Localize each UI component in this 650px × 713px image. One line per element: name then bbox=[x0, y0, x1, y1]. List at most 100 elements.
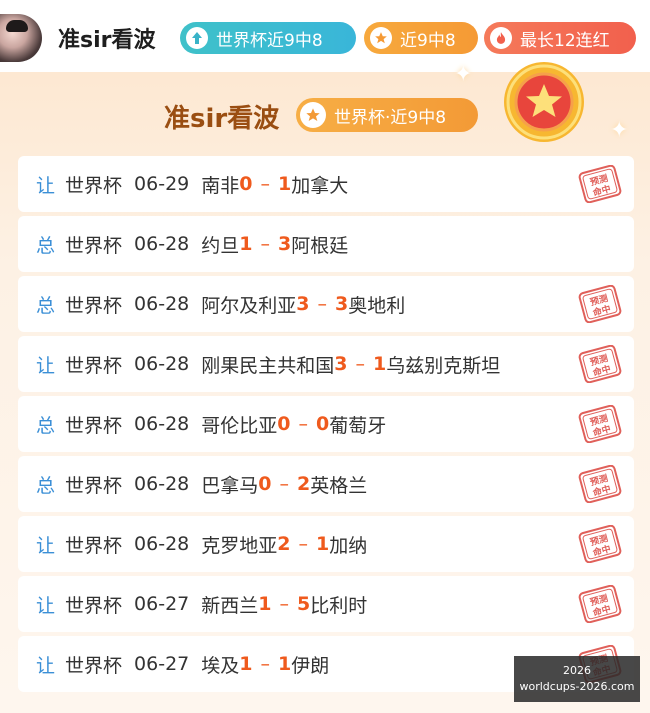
badge-recent-record[interactable]: 近9中8 bbox=[364, 22, 478, 54]
record-home-score: 0 bbox=[239, 173, 253, 195]
record-away-score: 2 bbox=[297, 473, 311, 495]
record-away-team: 英格兰 bbox=[310, 474, 368, 497]
record-away-team: 阿根廷 bbox=[291, 234, 349, 257]
record-row[interactable]: 让世界杯 06-29 南非 0–1 加拿大 预测 命中 bbox=[18, 156, 634, 212]
record-competition: 世界杯 bbox=[65, 234, 123, 257]
record-date: 06-28 bbox=[134, 413, 190, 435]
record-row[interactable]: 让世界杯 06-27 新西兰 1–5 比利时 预测 命中 bbox=[18, 576, 634, 632]
record-list: 让世界杯 06-29 南非 0–1 加拿大 预测 命中总世界杯 06-28 约旦 1–3 阿根廷总世… bbox=[18, 156, 634, 696]
record-away-team: 乌兹别克斯坦 bbox=[386, 354, 501, 377]
record-away-score: 3 bbox=[278, 233, 292, 255]
record-kind: 总 bbox=[36, 234, 56, 257]
record-away-team: 加拿大 bbox=[291, 174, 349, 197]
record-home-team: 克罗地亚 bbox=[201, 534, 278, 557]
badge-worldcup-record[interactable]: 世界杯近9中8 bbox=[180, 22, 356, 54]
record-row[interactable]: 总世界杯 06-28 哥伦比亚 0–0 葡萄牙 预测 命中 bbox=[18, 396, 634, 452]
watermark: 2026 worldcups-2026.com bbox=[514, 656, 640, 702]
badge-longest-streak[interactable]: 最长12连红 bbox=[484, 22, 636, 54]
username[interactable]: 准sir看波 bbox=[58, 22, 156, 54]
prediction-hit-stamp: 预测命中 bbox=[578, 164, 622, 204]
arrow-up-icon bbox=[186, 27, 208, 49]
record-score-dash: – bbox=[260, 173, 271, 195]
avatar[interactable] bbox=[0, 14, 42, 62]
record-home-score: 1 bbox=[239, 653, 253, 675]
record-away-score: 1 bbox=[316, 533, 330, 555]
record-home-team: 约旦 bbox=[201, 234, 240, 257]
record-away-score: 5 bbox=[297, 593, 311, 615]
record-home-score: 3 bbox=[296, 293, 310, 315]
record-score-dash: – bbox=[279, 593, 290, 615]
record-date: 06-27 bbox=[134, 653, 190, 675]
record-kind: 让 bbox=[36, 174, 56, 197]
badge-label: 世界杯近9中8 bbox=[216, 30, 323, 51]
record-row[interactable]: 总世界杯 06-28 巴拿马 0–2 英格兰 预测 命中 bbox=[18, 456, 634, 512]
record-away-score: 1 bbox=[278, 173, 292, 195]
record-competition: 世界杯 bbox=[65, 174, 123, 197]
record-kind: 总 bbox=[36, 294, 56, 317]
record-home-team: 刚果民主共和国 bbox=[201, 354, 335, 377]
panel-title-badge: 世界杯·近9中8 bbox=[296, 98, 478, 132]
record-home-team: 南非 bbox=[201, 174, 240, 197]
record-competition: 世界杯 bbox=[65, 534, 123, 557]
record-score-dash: – bbox=[298, 413, 309, 435]
record-away-team: 比利时 bbox=[310, 594, 368, 617]
panel-title-badge-label: 世界杯·近9中8 bbox=[334, 107, 447, 128]
record-score-dash: – bbox=[279, 473, 290, 495]
record-away-score: 3 bbox=[335, 293, 349, 315]
record-kind: 总 bbox=[36, 474, 56, 497]
record-competition: 世界杯 bbox=[65, 594, 123, 617]
badge-label: 最长12连红 bbox=[520, 30, 610, 51]
record-kind: 让 bbox=[36, 354, 56, 377]
record-row[interactable]: 总世界杯 06-28 阿尔及利亚 3–3 奥地利 预测 命中 bbox=[18, 276, 634, 332]
record-away-score: 1 bbox=[373, 353, 387, 375]
badge-label: 近9中8 bbox=[400, 30, 456, 51]
record-kind: 让 bbox=[36, 594, 56, 617]
record-score-dash: – bbox=[355, 353, 366, 375]
record-home-score: 0 bbox=[277, 413, 291, 435]
record-home-score: 2 bbox=[277, 533, 291, 555]
record-away-score: 0 bbox=[316, 413, 330, 435]
prediction-hit-stamp: 预测命中 bbox=[578, 284, 622, 324]
record-home-score: 0 bbox=[258, 473, 272, 495]
record-date: 06-28 bbox=[134, 473, 190, 495]
record-score-dash: – bbox=[260, 233, 271, 255]
record-date: 06-28 bbox=[134, 353, 190, 375]
record-date: 06-27 bbox=[134, 593, 190, 615]
record-score-dash: – bbox=[317, 293, 328, 315]
record-home-score: 1 bbox=[239, 233, 253, 255]
record-kind: 让 bbox=[36, 654, 56, 677]
record-kind: 让 bbox=[36, 534, 56, 557]
record-competition: 世界杯 bbox=[65, 474, 123, 497]
record-date: 06-28 bbox=[134, 533, 190, 555]
record-row[interactable]: 总世界杯 06-28 约旦 1–3 阿根廷 bbox=[18, 216, 634, 272]
prediction-hit-stamp: 预测命中 bbox=[578, 584, 622, 624]
record-row[interactable]: 让世界杯 06-28 克罗地亚 2–1 加纳 预测 命中 bbox=[18, 516, 634, 572]
record-home-team: 埃及 bbox=[201, 654, 240, 677]
record-away-team: 奥地利 bbox=[348, 294, 406, 317]
record-date: 06-29 bbox=[134, 173, 190, 195]
sparkle-icon: ✦ bbox=[610, 118, 629, 143]
record-competition: 世界杯 bbox=[65, 354, 123, 377]
star-icon bbox=[370, 27, 392, 49]
watermark-line1: 2026 bbox=[563, 664, 591, 677]
record-competition: 世界杯 bbox=[65, 414, 123, 437]
prediction-hit-stamp: 预测命中 bbox=[578, 464, 622, 504]
record-away-team: 加纳 bbox=[329, 534, 368, 557]
record-date: 06-28 bbox=[134, 293, 190, 315]
record-home-team: 阿尔及利亚 bbox=[201, 294, 297, 317]
record-home-team: 哥伦比亚 bbox=[201, 414, 278, 437]
record-competition: 世界杯 bbox=[65, 654, 123, 677]
record-row[interactable]: 让世界杯 06-28 刚果民主共和国 3–1 乌兹别克斯坦 预测 命中 bbox=[18, 336, 634, 392]
record-away-team: 葡萄牙 bbox=[329, 414, 387, 437]
record-home-team: 巴拿马 bbox=[201, 474, 259, 497]
record-score-dash: – bbox=[260, 653, 271, 675]
record-away-team: 伊朗 bbox=[291, 654, 330, 677]
record-home-score: 1 bbox=[258, 593, 272, 615]
watermark-line2: worldcups-2026.com bbox=[519, 680, 635, 693]
record-score-dash: – bbox=[298, 533, 309, 555]
record-away-score: 1 bbox=[278, 653, 292, 675]
flame-icon bbox=[490, 27, 512, 49]
record-home-team: 新西兰 bbox=[201, 594, 259, 617]
record-home-score: 3 bbox=[334, 353, 348, 375]
record-competition: 世界杯 bbox=[65, 294, 123, 317]
